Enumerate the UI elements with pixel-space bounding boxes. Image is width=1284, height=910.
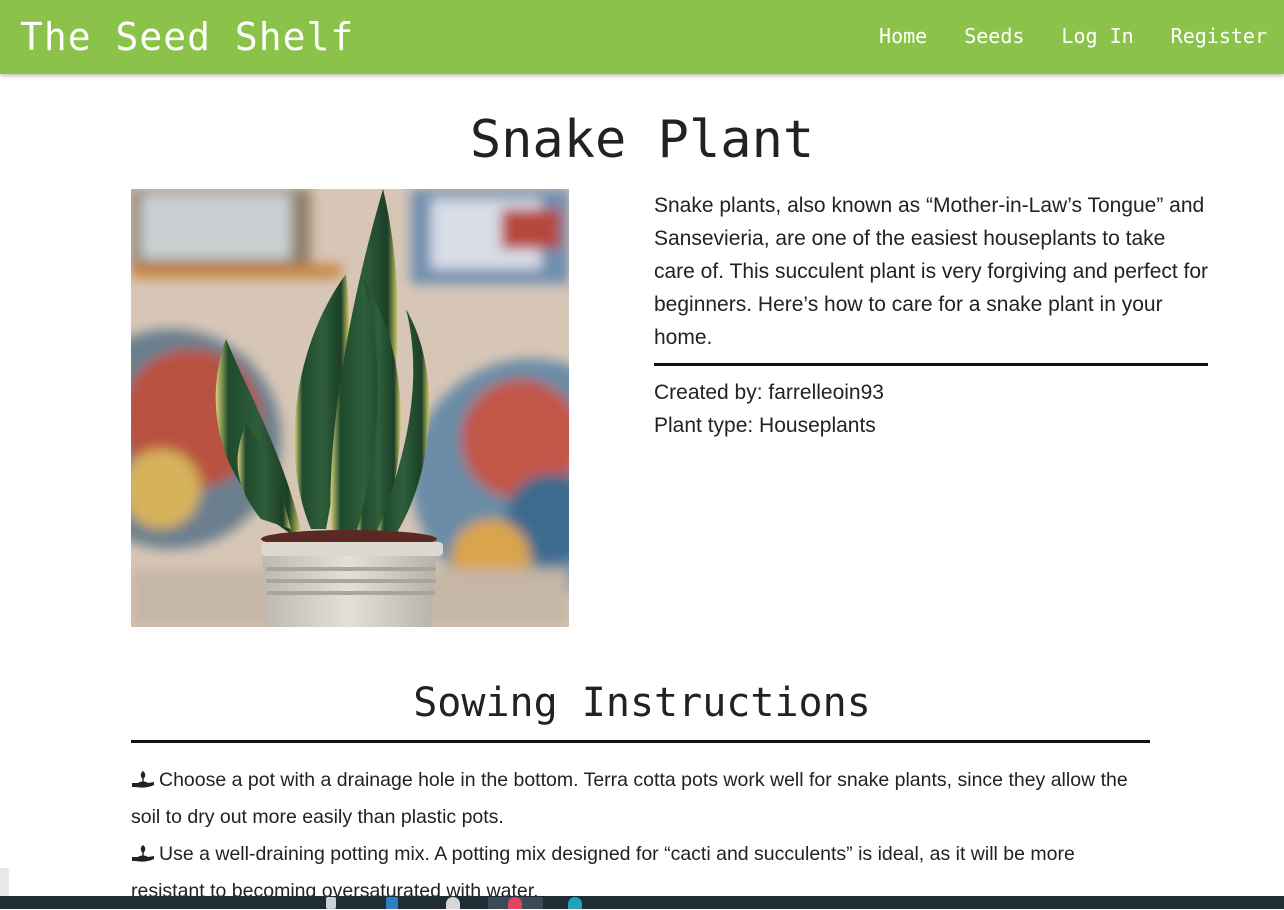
list-item: Choose a pot with a drainage hole in the… (131, 762, 1131, 836)
seedling-in-hand-icon (132, 845, 154, 862)
taskbar-edge-icon[interactable] (386, 897, 398, 909)
plant-photo (131, 189, 569, 627)
plant-meta: Created by: farrelleoin93 Plant type: Ho… (654, 376, 1209, 442)
plant-description: Snake plants, also known as “Mother-in-L… (654, 194, 1209, 349)
nav-links: Home Seeds Log In Register (842, 22, 1267, 50)
seedling-in-hand-icon (132, 771, 154, 788)
instruction-text: Choose a pot with a drainage hole in the… (131, 769, 1128, 828)
sowing-divider (131, 740, 1150, 743)
page-title: Snake Plant (469, 110, 815, 170)
sowing-instructions-list: Choose a pot with a drainage hole in the… (131, 762, 1131, 910)
nav-link-seeds[interactable]: Seeds (964, 22, 1024, 50)
taskbar-file-icon[interactable] (326, 897, 336, 909)
plant-type: Plant type: Houseplants (654, 414, 876, 437)
site-brand[interactable]: The Seed Shelf (20, 11, 354, 63)
taskbar-chrome-icon[interactable] (446, 897, 460, 909)
taskbar-app-icon-2[interactable] (568, 897, 582, 909)
instruction-text: Use a well-draining potting mix. A potti… (131, 843, 1075, 902)
nav-link-login[interactable]: Log In (1061, 22, 1133, 50)
nav-link-register[interactable]: Register (1171, 22, 1267, 50)
taskbar-app-icon[interactable] (508, 897, 522, 909)
created-by: Created by: farrelleoin93 (654, 381, 884, 404)
nav-link-home[interactable]: Home (879, 22, 927, 50)
scrollbar-edge[interactable] (0, 868, 9, 898)
os-taskbar (0, 896, 1284, 909)
sowing-instructions-title: Sowing Instructions (413, 680, 871, 726)
navbar: The Seed Shelf Home Seeds Log In Registe… (0, 0, 1284, 74)
description-divider (654, 363, 1208, 366)
